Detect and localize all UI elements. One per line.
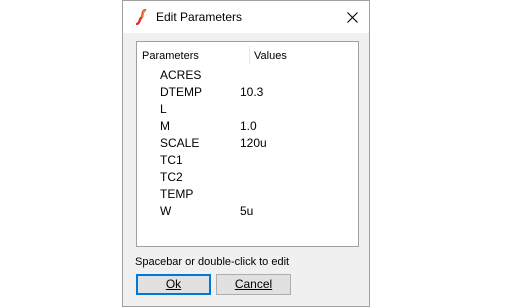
parameter-row-temp[interactable]: TEMP — [137, 186, 358, 203]
close-icon — [346, 11, 358, 23]
ok-button-label: Ok — [165, 277, 182, 291]
parameter-name: SCALE — [160, 136, 200, 150]
cancel-button-label: Cancel — [234, 277, 273, 291]
column-header-values[interactable]: Values — [254, 42, 358, 67]
parameter-value: 120u — [240, 136, 267, 150]
parameter-row-acres[interactable]: ACRES — [137, 67, 358, 84]
parameter-value: 1.0 — [240, 119, 257, 133]
column-divider[interactable] — [249, 46, 250, 64]
parameter-row-l[interactable]: L — [137, 101, 358, 118]
edit-hint-text: Spacebar or double-click to edit — [135, 256, 290, 268]
parameter-row-tc2[interactable]: TC2 — [137, 169, 358, 186]
parameter-row-scale[interactable]: SCALE 120u — [137, 135, 358, 152]
parameter-name: M — [160, 119, 170, 133]
parameter-name: TEMP — [160, 187, 194, 201]
parameter-name: TC2 — [160, 170, 183, 184]
parameter-name: TC1 — [160, 153, 183, 167]
ok-button[interactable]: Ok — [136, 274, 211, 295]
parameter-row-tc1[interactable]: TC1 — [137, 152, 358, 169]
parameter-value: 10.3 — [240, 85, 264, 99]
parameters-list[interactable]: Parameters Values ACRES DTEMP 10.3 L M 1… — [136, 41, 359, 247]
close-button[interactable] — [335, 1, 369, 33]
edit-parameters-dialog: Edit Parameters Parameters Values ACRES … — [122, 0, 370, 307]
parameter-name: ACRES — [160, 68, 202, 82]
parameter-name: DTEMP — [160, 85, 202, 99]
parameter-row-dtemp[interactable]: DTEMP 10.3 — [137, 84, 358, 101]
parameter-row-m[interactable]: M 1.0 — [137, 118, 358, 135]
parameter-rows: ACRES DTEMP 10.3 L M 1.0 SCALE 120u TC1 — [137, 67, 358, 220]
column-header-parameters[interactable]: Parameters — [142, 42, 232, 67]
title-bar: Edit Parameters — [123, 1, 369, 33]
parameter-row-w[interactable]: W 5u — [137, 203, 358, 220]
parameter-name: W — [160, 204, 172, 218]
parameter-value: 5u — [240, 204, 254, 218]
ltspice-app-icon — [135, 9, 147, 25]
cancel-button[interactable]: Cancel — [216, 274, 291, 295]
window-title: Edit Parameters — [156, 10, 243, 24]
parameter-name: L — [160, 102, 167, 116]
